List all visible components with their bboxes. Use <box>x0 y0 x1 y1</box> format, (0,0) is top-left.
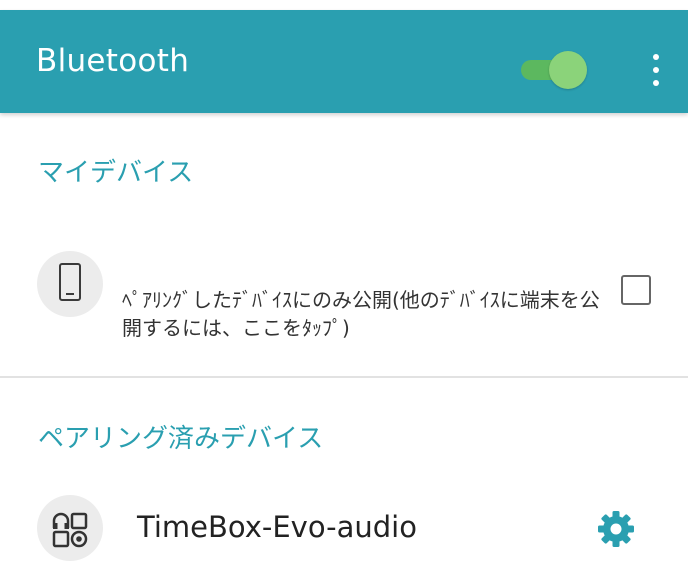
paired-devices-header: ペアリング済みデバイス <box>38 424 324 454</box>
gear-icon[interactable] <box>594 507 638 551</box>
visibility-setting-text[interactable]: ﾍﾟｱﾘﾝｸﾞしたﾃﾞﾊﾞｲｽにのみ公開(他のﾃﾞﾊﾞｲｽに端末を公開するには、… <box>122 286 602 342</box>
app-bar: Bluetooth <box>0 10 688 113</box>
audio-device-icon <box>37 495 103 561</box>
paired-device-name[interactable]: TimeBox-Evo-audio <box>137 510 417 544</box>
section-divider <box>0 376 688 378</box>
more-vert-icon[interactable] <box>640 48 672 92</box>
bluetooth-settings-screen: Bluetooth マイデバイス ﾍﾟｱﾘﾝｸﾞしたﾃﾞﾊﾞｲｽにのみ公開(他の… <box>0 0 688 583</box>
phone-icon <box>37 251 103 317</box>
app-bar-title: Bluetooth <box>36 43 190 79</box>
my-device-header: マイデバイス <box>38 158 194 188</box>
toggle-thumb <box>549 51 587 89</box>
bluetooth-toggle[interactable] <box>519 50 587 90</box>
visibility-checkbox[interactable] <box>621 275 651 305</box>
status-bar-area <box>0 0 688 10</box>
